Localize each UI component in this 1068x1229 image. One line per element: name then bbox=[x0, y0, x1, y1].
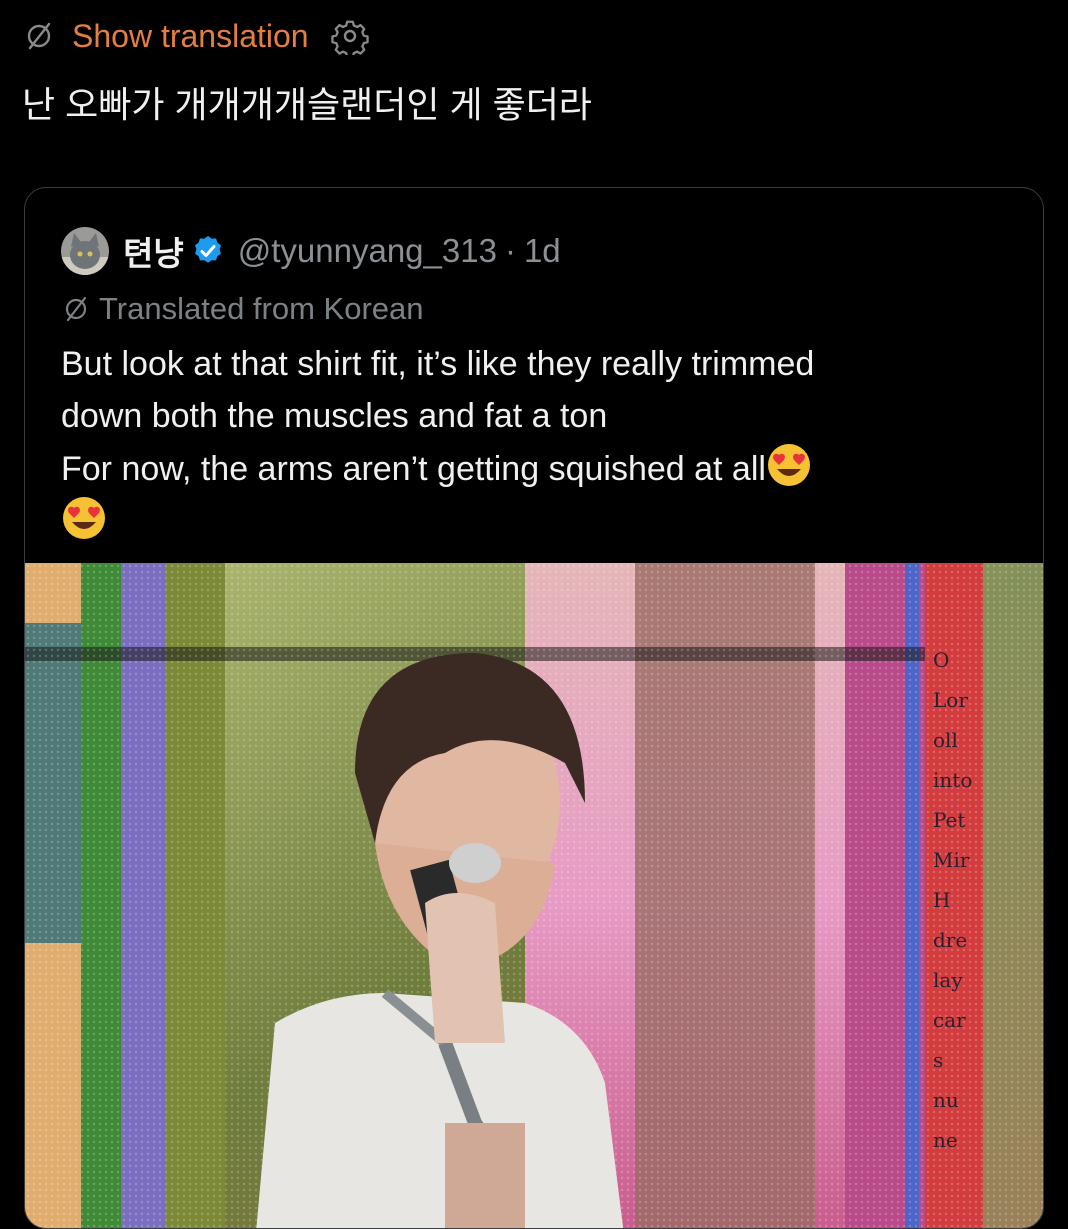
concert-photo: O Lor oll into Pet Mir Hdre lay car s nu ne bbox=[25, 563, 1043, 1228]
media-overlay-word: O bbox=[933, 648, 949, 672]
timestamp[interactable]: 1d bbox=[524, 232, 561, 270]
gear-icon[interactable] bbox=[330, 17, 369, 55]
media-overlay-word: H bbox=[933, 888, 950, 912]
media-overlay-word: car bbox=[933, 1008, 966, 1032]
avatar-cat bbox=[61, 227, 109, 275]
quoted-author-name[interactable]: 텬냥 bbox=[123, 227, 184, 275]
separator-dot: · bbox=[504, 232, 516, 269]
media-overlay-word: ne bbox=[933, 1128, 958, 1152]
media-overlay-word: dre bbox=[933, 928, 967, 952]
translate-off-icon bbox=[65, 296, 87, 322]
media-overlay-word: into bbox=[933, 768, 972, 792]
post-text: 난 오빠가 개개개개슬랜더인 게 좋더라 bbox=[22, 84, 592, 125]
quoted-text-line: down both the muscles and fat a ton bbox=[61, 397, 608, 435]
quoted-text-line: For now, the arms aren’t getting squishe… bbox=[61, 442, 1021, 495]
quoted-text-line bbox=[61, 495, 1021, 548]
show-translation-bar: Show translation bbox=[22, 16, 369, 56]
quoted-post-text: But look at that shirt fit, it’s like th… bbox=[61, 338, 1021, 548]
media-overlay-word: s bbox=[933, 1048, 943, 1072]
media-overlay-word: Lor bbox=[933, 688, 968, 712]
media-overlay-word: oll bbox=[933, 728, 958, 752]
translated-from-label[interactable]: Translated from Korean bbox=[61, 289, 424, 329]
avatar[interactable] bbox=[61, 227, 109, 275]
quoted-post-header: 텬냥 @tyunnyang_313 · 1d bbox=[61, 227, 561, 275]
media-overlay-word: Pet bbox=[933, 808, 965, 832]
translated-from-text: Translated from Korean bbox=[99, 291, 424, 326]
quoted-author-handle[interactable]: @tyunnyang_313 bbox=[238, 232, 497, 270]
quoted-text-line: But look at that shirt fit, it’s like th… bbox=[61, 345, 815, 383]
heart-eyes-emoji bbox=[63, 497, 105, 539]
show-translation-link[interactable]: Show translation bbox=[72, 18, 309, 55]
translate-off-icon bbox=[27, 22, 51, 50]
quoted-text-line-content: For now, the arms aren’t getting squishe… bbox=[61, 450, 766, 488]
media-overlay-word: nu bbox=[933, 1088, 959, 1112]
quoted-post-media[interactable]: O Lor oll into Pet Mir Hdre lay car s nu ne bbox=[25, 563, 1043, 1228]
media-overlay-word: lay bbox=[933, 968, 963, 992]
verified-badge-icon bbox=[194, 236, 221, 263]
quoted-post-card[interactable]: 텬냥 @tyunnyang_313 · 1d Translated from K… bbox=[24, 187, 1044, 1229]
media-overlay-word: Mir bbox=[933, 848, 970, 872]
heart-eyes-emoji bbox=[767, 444, 810, 486]
